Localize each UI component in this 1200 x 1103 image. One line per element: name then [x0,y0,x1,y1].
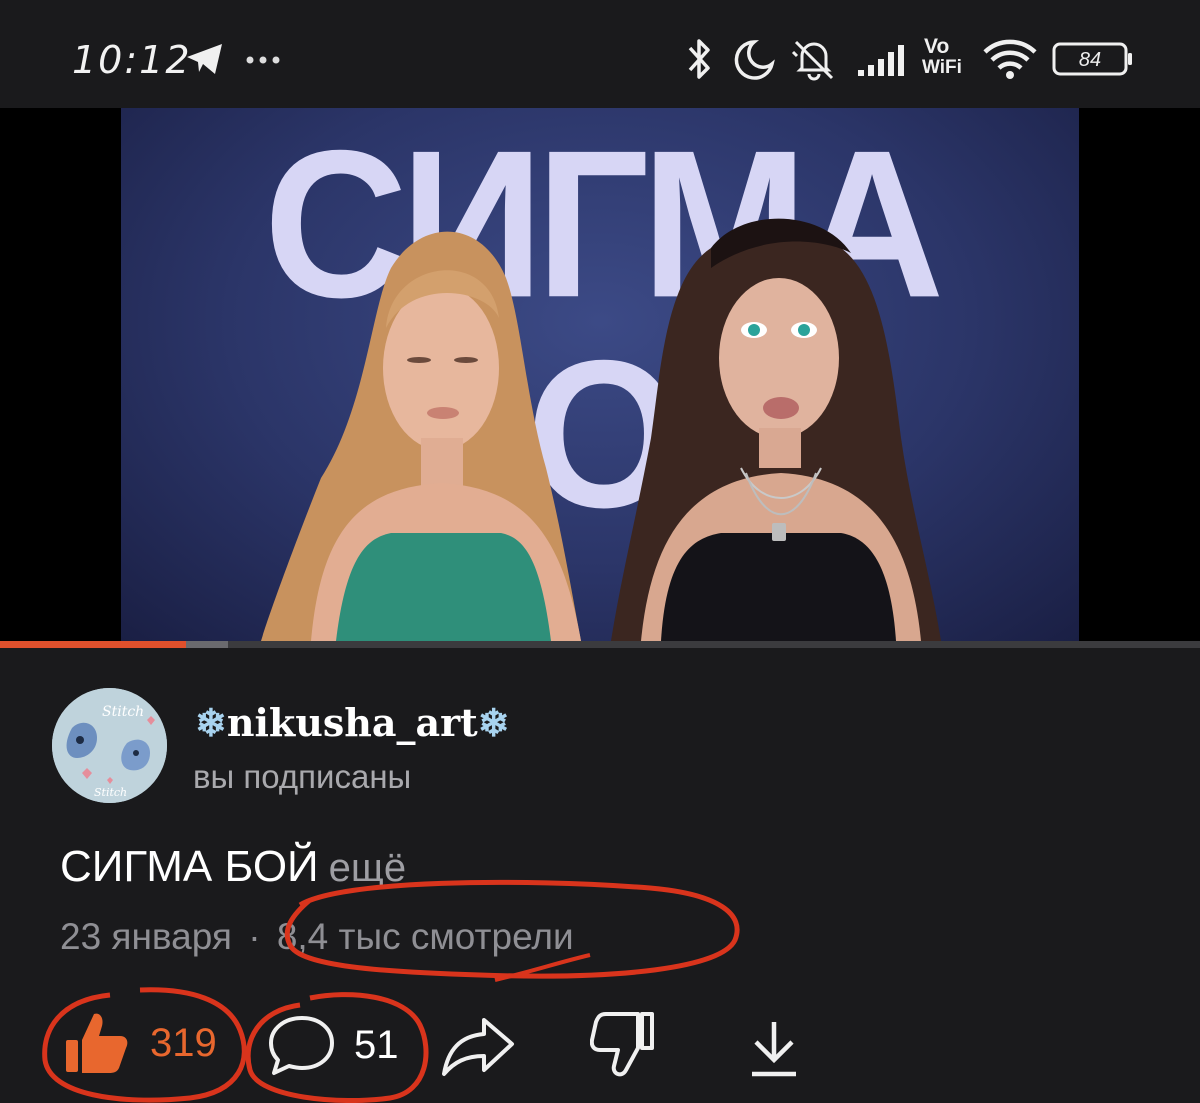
avatar-text: Stitch [102,704,144,720]
bell-muted-icon [791,40,834,81]
progress-played [0,641,186,648]
battery-level: 84 [1079,49,1101,71]
wifi-icon [983,39,1037,79]
subscription-status[interactable]: вы подписаны [193,758,411,796]
like-button[interactable]: 319 [64,1010,217,1076]
more-button[interactable]: ещё [329,846,406,890]
vowifi-icon: Vo WiFi [922,36,972,78]
snowflake-icon: ❄ [477,700,510,745]
video-frame[interactable]: СИГМА БОЙ [121,108,1079,641]
comment-bubble-icon [269,1016,334,1075]
video-title: СИГМА БОЙ [60,842,319,891]
dislike-button[interactable] [590,1010,658,1080]
share-arrow-icon [442,1018,514,1076]
snowflake-icon: ❄ [195,700,227,745]
video-player[interactable]: СИГМА БОЙ [0,108,1200,641]
comments-button[interactable]: 51 [268,1014,399,1076]
like-count: 319 [150,1020,217,1065]
moon-icon [734,40,775,80]
video-progress-bar[interactable] [0,641,1200,648]
share-button[interactable] [440,1014,516,1078]
download-icon [752,1022,796,1077]
video-title-row[interactable]: СИГМА БОЙ ещё [60,842,406,892]
view-count: 8,4 тыс смотрели [276,916,574,957]
battery-icon: 84 [1052,42,1132,76]
telegram-icon [187,44,222,74]
video-meta: 23 января · 8,4 тыс смотрели [60,916,574,958]
comment-count: 51 [354,1022,399,1067]
action-bar: 319 51 [0,1010,1200,1100]
meta-separator: · [248,916,261,957]
video-people-image [261,218,941,641]
bluetooth-icon [688,39,710,79]
status-bar: 10:12 Vo WiFi 84 [0,0,1200,108]
more-dots-icon [246,56,280,64]
status-time: 10:12 [72,38,192,82]
stitch-avatar-image: Stitch Stitch [52,688,167,803]
progress-buffered [186,641,228,648]
signal-icon [858,45,904,76]
channel-name[interactable]: nikusha_art [227,700,478,745]
channel-avatar[interactable]: Stitch Stitch [52,688,167,803]
thumbs-down-icon [590,1012,654,1077]
vowifi-label-bottom: WiFi [922,57,962,78]
vowifi-label-top: Vo [924,35,950,58]
avatar-text-bottom: Stitch [94,786,127,799]
upload-date: 23 января [60,916,232,957]
thumbs-up-icon [66,1013,128,1073]
channel-name-row[interactable]: ❄nikusha_art❄ [195,700,510,745]
download-button[interactable] [748,1018,800,1080]
